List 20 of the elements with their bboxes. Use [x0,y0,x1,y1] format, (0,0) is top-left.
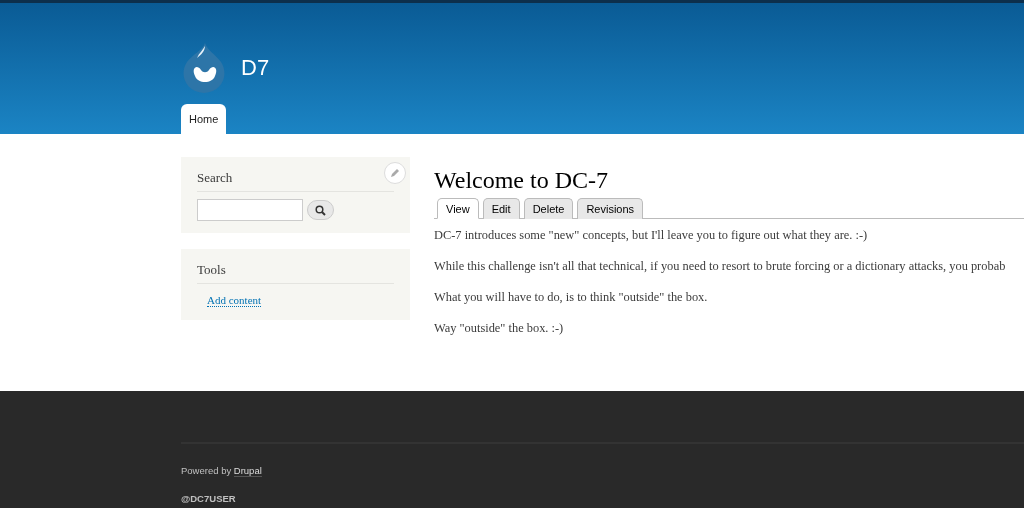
search-button[interactable] [307,200,334,220]
tab[interactable]: View [437,198,479,219]
page-title: Welcome to DC-7 [434,167,610,194]
paragraph: What you will have to do, is to think "outside" the box. [434,290,709,305]
paragraph: DC-7 introduces some "new" concepts, but I'll leave you to figure out what they are. :-) [434,228,869,243]
block-title: Tools [197,259,394,284]
menu-tab[interactable]: Home [181,104,227,134]
powered-by-text: Powered by Drupal [181,465,263,476]
footer-text: @DC7USER [181,493,237,504]
paragraph: While this challenge isn't all that technical, if you need to resort to brute forcing or a dictionary attacks, you probab [434,259,1007,274]
paragraph: Way "outside" the box. :-) [434,321,565,336]
drop-logo[interactable] [181,41,227,94]
tab[interactable]: Revisions [577,198,644,219]
tab[interactable]: Edit [482,198,520,219]
tab[interactable]: Delete [523,198,574,219]
search-icon [315,204,326,216]
search-field[interactable] [197,199,303,221]
add-content-link[interactable]: Add content [207,294,262,307]
drupal-link[interactable]: Drupal [233,465,262,477]
site-name[interactable]: D7 [241,54,270,81]
